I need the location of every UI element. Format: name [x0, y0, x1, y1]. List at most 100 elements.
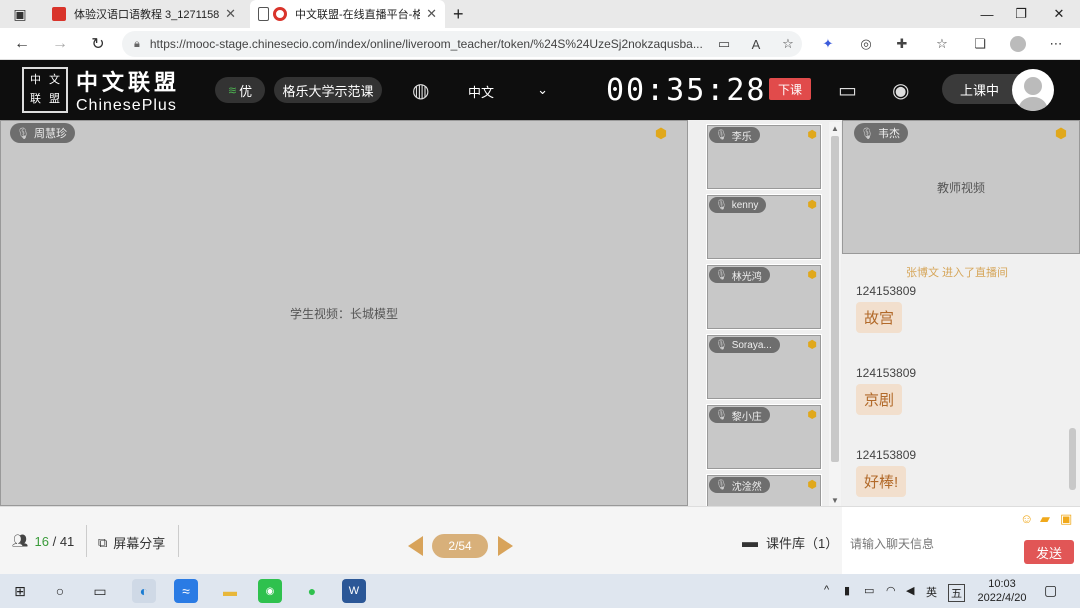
settings-hex-icon[interactable]: ⬢ — [805, 267, 819, 281]
reload-button[interactable]: ↻ — [86, 32, 110, 56]
brand-logo: 中 文 联 盟 中文联盟 ChinesePlus — [22, 66, 202, 114]
chevron-up-icon[interactable]: ^ — [824, 584, 829, 596]
word-icon[interactable]: W — [342, 579, 366, 603]
settings-hex-icon[interactable]: ⬢ — [652, 124, 670, 142]
document-icon — [258, 7, 269, 21]
screen-share-button[interactable]: ⧉ 屏幕分享 — [98, 533, 165, 552]
file-explorer-icon[interactable]: ▬ — [218, 579, 242, 603]
browser-tab-liveroom[interactable]: 中文联盟-在线直播平台-格乐 ✕ — [250, 0, 445, 28]
more-icon[interactable]: ⋯ — [1048, 36, 1064, 52]
settings-hex-icon[interactable]: ⬢ — [805, 337, 819, 351]
scroll-up-icon[interactable]: ▲ — [829, 122, 841, 134]
settings-hex-icon[interactable]: ⬢ — [805, 197, 819, 211]
scroll-down-icon[interactable]: ▼ — [829, 494, 841, 506]
student-thumbnail[interactable]: 🎙︎ 林光鸿 ⬢ — [706, 264, 822, 330]
chat-input[interactable]: 请输入聊天信息 — [850, 535, 934, 552]
bottom-toolbar: 👥︎ 16 / 41 ⧉ 屏幕分享 2/54 ▬ 课件库（1） — [0, 506, 842, 574]
url-field[interactable]: 🔒︎ https://mooc-stage.chinesecio.com/ind… — [122, 31, 802, 57]
new-tab-button[interactable]: + — [445, 0, 472, 28]
extension-icon[interactable]: ✦ — [820, 36, 836, 52]
read-aloud-icon[interactable]: A — [748, 36, 764, 52]
ime-label[interactable]: 英 — [926, 584, 937, 600]
emoji-icon[interactable]: ☺ — [1020, 511, 1033, 526]
settings-hex-icon[interactable]: ⬢ — [1052, 124, 1070, 142]
chat-username: 124153809 — [856, 284, 917, 298]
task-view-icon[interactable]: ▭ — [88, 579, 112, 603]
browser-tab-pdf[interactable]: 体验汉语口语教程 3_12711584.p ✕ — [44, 0, 244, 28]
settings-hex-icon[interactable]: ⬢ — [805, 407, 819, 421]
microphone-icon[interactable]: ▮ — [844, 584, 850, 597]
image-icon[interactable]: ▣ — [1060, 511, 1072, 527]
courseware-button[interactable]: ▬ 课件库（1） — [742, 533, 838, 552]
wechat-icon[interactable]: ● — [300, 579, 324, 603]
student-thumbnails: 🎙︎ 李乐 ⬢ 🎙︎ kenny ⬢ 🎙︎ 林光鸿 ⬢ 🎙︎ Soraya... ⬢ 🎙… — [688, 120, 842, 506]
student-thumbnail[interactable]: 🎙︎ kenny ⬢ — [706, 194, 822, 260]
app-icon[interactable]: ≈ — [174, 579, 198, 603]
wifi-icon: ≋ — [227, 84, 238, 97]
edge-icon[interactable]: ◐ — [132, 579, 156, 603]
forward-button[interactable]: → — [48, 32, 72, 56]
line-icon[interactable]: ◉ — [258, 579, 282, 603]
close-window-button[interactable]: ✕ — [1042, 0, 1076, 28]
tab-title: 中文联盟-在线直播平台-格乐 — [295, 9, 421, 21]
favorites-list-icon[interactable]: ☆ — [934, 36, 950, 52]
broadcast-icon[interactable]: ◉ — [892, 78, 909, 103]
pdf-icon — [52, 7, 66, 21]
monitor-icon[interactable]: ▭ — [838, 78, 857, 103]
favorite-icon[interactable]: ☆ — [780, 36, 796, 52]
brand-cn: 中文联盟 — [76, 70, 181, 95]
student-thumbnail[interactable]: 🎙︎ Soraya... ⬢ — [706, 334, 822, 400]
volume-icon[interactable]: ◀ — [906, 584, 914, 597]
system-clock[interactable]: 10:03 2022/4/20 — [970, 577, 1034, 605]
chat-panel: 张博文 进入了直播间 124153809 故宫 124153809 京剧 124… — [842, 254, 1080, 506]
student-name-label: 🎙︎ 沈淦然 — [709, 477, 770, 493]
chat-scrollbar[interactable] — [1066, 254, 1078, 506]
student-name-label: 🎙︎ kenny — [709, 197, 767, 213]
scrollbar-thumb[interactable] — [831, 136, 839, 462]
send-button[interactable]: 发送 — [1024, 540, 1074, 564]
student-thumbnail[interactable]: 🎙︎ 李乐 ⬢ — [706, 124, 822, 190]
tab-title: 体验汉语口语教程 3_12711584.p — [74, 9, 220, 21]
language-select[interactable]: 中文 ⌄ — [468, 82, 548, 101]
puzzle-icon[interactable]: ✚ — [894, 36, 910, 52]
ime-mode[interactable]: 五 — [948, 584, 965, 602]
next-page-icon[interactable] — [498, 536, 513, 556]
wifi-icon[interactable]: ◠ — [886, 584, 896, 597]
mic-icon: 🎙︎ — [715, 409, 728, 421]
user-avatar[interactable] — [1012, 69, 1054, 111]
prev-page-icon[interactable] — [408, 536, 423, 556]
chat-username: 124153809 — [856, 366, 917, 380]
maximize-button[interactable]: ❐ — [1004, 0, 1038, 28]
clock-time: 10:03 — [988, 578, 1016, 590]
chat-input-area: ☺ ▰ ▣ 请输入聊天信息 发送 — [842, 506, 1080, 574]
profile-icon[interactable] — [1010, 36, 1026, 52]
avatar-head — [1024, 77, 1042, 95]
close-tab-icon[interactable]: ✕ — [426, 6, 437, 22]
close-tab-icon[interactable]: ✕ — [225, 6, 236, 22]
search-icon[interactable]: ○ — [48, 579, 72, 603]
participant-count[interactable]: 👥︎ 16 / 41 — [12, 533, 74, 549]
collections-icon[interactable]: ❏ — [972, 36, 988, 52]
scrollbar-thumb[interactable] — [1069, 428, 1076, 490]
back-button[interactable]: ← — [10, 32, 34, 56]
camera-icon[interactable]: ▭ — [716, 36, 732, 52]
screen-share-icon: ⧉ — [98, 534, 108, 550]
globe-icon[interactable]: ◍ — [412, 78, 429, 103]
people-icon: 👥︎ — [12, 533, 29, 548]
notification-icon[interactable]: ▢ — [1044, 582, 1057, 599]
folder-icon[interactable]: ▰ — [1040, 511, 1050, 527]
student-thumbnail[interactable]: 🎙︎ 黎小庄 ⬢ — [706, 404, 822, 470]
minimize-button[interactable]: — — [970, 0, 1004, 28]
settings-hex-icon[interactable]: ⬢ — [805, 127, 819, 141]
thumbnail-scrollbar[interactable]: ▲ ▼ — [829, 122, 841, 506]
browser-tab-strip: ▣ 体验汉语口语教程 3_12711584.p ✕ 中文联盟-在线直播平台-格乐… — [0, 0, 1080, 28]
tab-actions-icon[interactable]: ▣ — [8, 2, 32, 26]
brand-en: ChinesePlus — [76, 97, 177, 114]
windows-start-icon[interactable]: ⊞ — [8, 579, 32, 603]
end-class-button[interactable]: 下课 — [769, 78, 811, 100]
network-status: ≋ 优 — [215, 77, 265, 103]
extension-icon[interactable]: ◎ — [858, 36, 874, 52]
battery-icon[interactable]: ▭ — [864, 584, 874, 597]
settings-hex-icon[interactable]: ⬢ — [805, 477, 819, 491]
student-thumbnail[interactable]: 🎙︎ 沈淦然 ⬢ — [706, 474, 822, 506]
